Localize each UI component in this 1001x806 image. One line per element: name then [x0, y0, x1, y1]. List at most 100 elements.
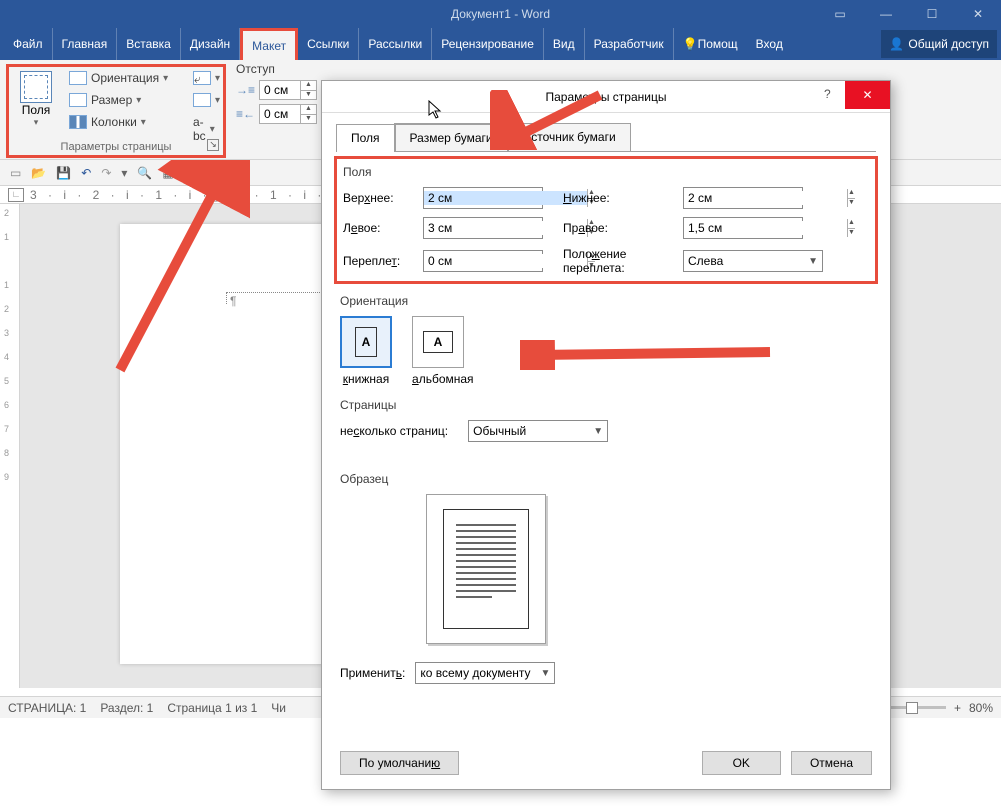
gutter-label: Переплет:	[343, 254, 423, 268]
indent-left-field[interactable]: ▲▼	[259, 80, 317, 100]
new-icon[interactable]: ▭	[10, 166, 21, 180]
margin-bottom-input[interactable]	[684, 191, 847, 205]
dialog-close-button[interactable]: ✕	[845, 81, 890, 109]
columns-button[interactable]: Колонки	[69, 115, 146, 129]
zoom-value[interactable]: 80%	[969, 701, 993, 715]
open-icon[interactable]: 📂	[31, 166, 46, 180]
gutter-field[interactable]: ▲▼	[423, 250, 543, 272]
symbol-icon[interactable]: ¶	[184, 166, 190, 180]
orientation-button[interactable]: Ориентация	[69, 71, 168, 85]
tab-references[interactable]: Ссылки	[298, 28, 359, 60]
file-tab[interactable]: Файл	[4, 28, 53, 60]
spin-down[interactable]: ▼	[301, 91, 316, 100]
share-label: Общий доступ	[908, 37, 989, 51]
tab-view[interactable]: Вид	[544, 28, 585, 60]
dialog-launcher[interactable]: ↘	[207, 139, 219, 151]
qat-icon[interactable]: ▾	[121, 166, 127, 180]
ruler-v-mark: 2	[4, 304, 9, 314]
orientation-landscape[interactable]: A	[412, 316, 464, 368]
undo-icon[interactable]: ↶	[81, 166, 91, 180]
margin-right-field[interactable]: ▲▼	[683, 217, 803, 239]
spin-up[interactable]: ▲	[848, 219, 855, 229]
default-button[interactable]: По умолчанию	[340, 751, 459, 775]
size-button[interactable]: Размер	[69, 93, 141, 107]
status-words[interactable]: Чи	[271, 701, 286, 715]
ok-button[interactable]: OK	[702, 751, 781, 775]
margin-right-label: Правое:	[543, 221, 683, 235]
orientation-section: Ориентация A книжная A альбомная	[340, 294, 872, 386]
margins-icon	[20, 71, 52, 103]
tab-insert[interactable]: Вставка	[117, 28, 181, 60]
indent-right-input[interactable]	[260, 107, 300, 121]
landscape-label: альбомная	[412, 372, 474, 386]
status-pages[interactable]: Страница 1 из 1	[167, 701, 257, 715]
preview-icon[interactable]: 🔍	[137, 166, 152, 180]
tab-review[interactable]: Рецензирование	[432, 28, 544, 60]
orientation-portrait[interactable]: A	[340, 316, 392, 368]
chevron-down-icon: ▼	[808, 256, 818, 267]
dialog-titlebar: Параметры страницы ? ✕	[322, 81, 890, 113]
ruler-v-mark: 6	[4, 400, 9, 410]
status-section[interactable]: Раздел: 1	[100, 701, 153, 715]
margin-left-label: Левое:	[343, 221, 423, 235]
ribbon-tabs: Файл Главная Вставка Дизайн Макет Ссылки…	[0, 28, 1001, 60]
minimize-icon[interactable]: —	[863, 0, 909, 28]
spin-up[interactable]: ▲	[848, 189, 855, 199]
window-controls: ▭ — ☐ ✕	[817, 0, 1001, 28]
dialog-tab-source[interactable]: Источник бумаги	[508, 123, 631, 151]
tab-design[interactable]: Дизайн	[181, 28, 240, 60]
gutter-pos-value: Слева	[688, 254, 723, 268]
tab-developer[interactable]: Разработчик	[585, 28, 674, 60]
dialog-title: Параметры страницы	[546, 90, 667, 104]
apply-select[interactable]: ко всему документу▼	[415, 662, 555, 684]
landscape-icon: A	[423, 331, 453, 353]
preview-section: Образец	[340, 472, 872, 644]
ruler-v-mark: 1	[4, 232, 9, 242]
gutter-pos-select[interactable]: Слева ▼	[683, 250, 823, 272]
hyphenation-icon: a-bc	[193, 115, 206, 143]
margin-top-field[interactable]: ▲▼	[423, 187, 543, 209]
ruler-vertical[interactable]: 2 1 1 2 3 4 5 6 7 8 9	[0, 204, 20, 688]
redo-icon[interactable]: ↷	[101, 166, 111, 180]
titlebar: Документ1 - Word ▭ — ☐ ✕	[0, 0, 1001, 28]
zoom-in-icon[interactable]: +	[954, 701, 961, 715]
spin-down[interactable]: ▼	[848, 229, 855, 238]
tab-home[interactable]: Главная	[53, 28, 118, 60]
tab-layout[interactable]: Макет	[240, 28, 298, 60]
ribbon-options-icon[interactable]: ▭	[817, 0, 863, 28]
cancel-button[interactable]: Отмена	[791, 751, 872, 775]
close-icon[interactable]: ✕	[955, 0, 1001, 28]
window-title: Документ1 - Word	[451, 7, 550, 21]
multipage-select[interactable]: Обычный▼	[468, 420, 608, 442]
chevron-down-icon: ▼	[540, 668, 550, 679]
dialog-help-icon[interactable]: ?	[824, 87, 844, 101]
margin-bottom-field[interactable]: ▲▼	[683, 187, 803, 209]
maximize-icon[interactable]: ☐	[909, 0, 955, 28]
spin-down[interactable]: ▼	[301, 115, 316, 124]
breaks-button[interactable]: ⤶	[193, 71, 220, 85]
indent-right-field[interactable]: ▲▼	[259, 104, 317, 124]
tab-selector[interactable]: ∟	[8, 188, 24, 202]
spin-up[interactable]: ▲	[301, 81, 316, 91]
margin-left-field[interactable]: ▲▼	[423, 217, 543, 239]
share-button[interactable]: 👤 Общий доступ	[881, 30, 997, 58]
margins-button[interactable]: Поля ▾	[11, 69, 61, 141]
ruler-v-mark: 2	[4, 208, 9, 218]
signin-button[interactable]: Вход	[747, 28, 792, 60]
page-setup-group: Поля ▾ Ориентация Размер Колонки ⤶ a-bc …	[6, 64, 226, 158]
linenumbers-button[interactable]	[193, 93, 220, 107]
indent-left-input[interactable]	[260, 83, 300, 97]
columns-label: Колонки	[91, 115, 137, 129]
margin-right-input[interactable]	[684, 221, 847, 235]
spin-up[interactable]: ▲	[301, 105, 316, 115]
spin-down[interactable]: ▼	[848, 199, 855, 208]
table-icon[interactable]: ▦	[162, 166, 173, 180]
gutter-pos-label: Положение переплета:	[543, 247, 683, 275]
tab-mailings[interactable]: Рассылки	[359, 28, 432, 60]
dialog-tab-margins[interactable]: Поля	[336, 124, 395, 152]
dialog-tab-paper[interactable]: Размер бумаги	[394, 123, 509, 151]
breaks-icon: ⤶	[193, 71, 211, 85]
save-icon[interactable]: 💾	[56, 166, 71, 180]
help-button[interactable]: 💡 Помощ	[674, 28, 747, 60]
status-page[interactable]: СТРАНИЦА: 1	[8, 701, 86, 715]
